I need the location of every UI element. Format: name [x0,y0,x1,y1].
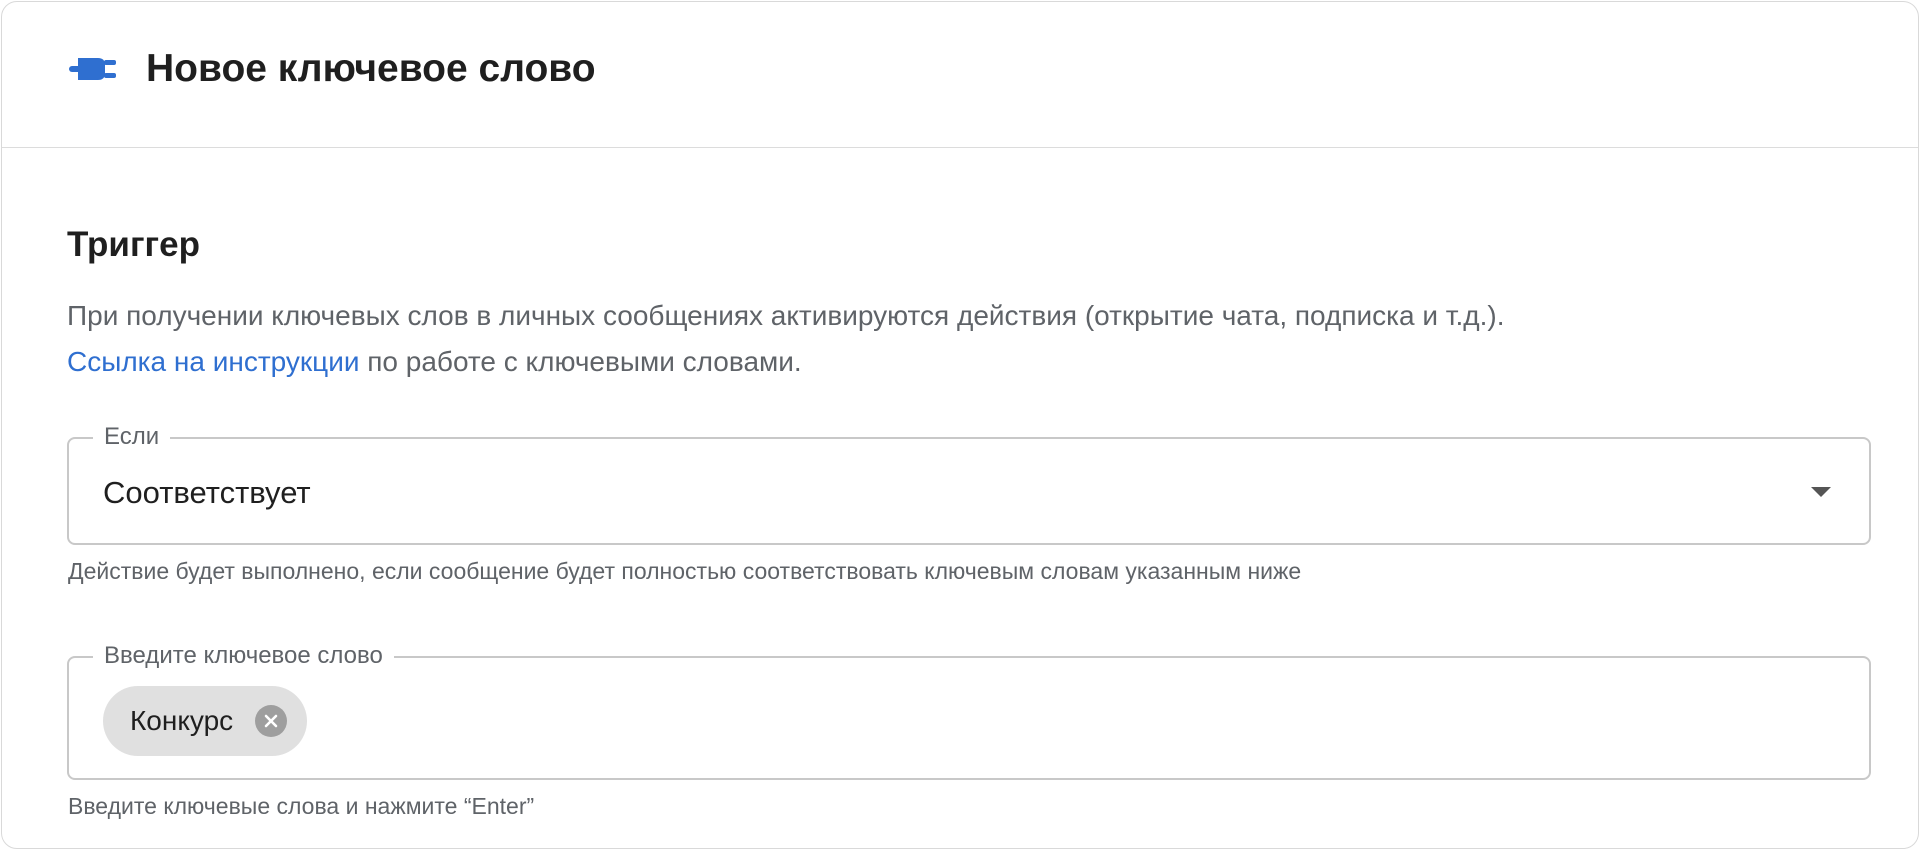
keywords-input-label: Введите ключевое слово [93,641,394,671]
dropdown-arrow-icon[interactable] [1811,487,1831,497]
page-title: Новое ключевое слово [146,47,596,90]
description-text: При получении ключевых слов в личных соо… [67,300,1505,331]
instructions-link[interactable]: Ссылка на инструкции [67,346,359,377]
remove-chip-icon[interactable] [255,705,288,737]
condition-select-label: Если [93,422,171,452]
section-title-trigger: Триггер [67,225,200,264]
keyword-chip-label: Конкурс [130,705,234,736]
plug-icon [68,54,118,84]
condition-select-value: Соответствует [103,475,311,510]
card-header: Новое ключевое слово [2,2,1918,148]
condition-select[interactable]: Если Соответствует [67,422,1871,545]
keywords-input[interactable]: Введите ключевое слово Конкурс [67,641,1871,780]
trigger-description: При получении ключевых слов в личных соо… [67,293,1867,385]
keywords-helper-text: Введите ключевые слова и нажмите “Enter” [68,793,535,819]
keyword-card: Новое ключевое слово Триггер При получен… [1,1,1919,849]
instructions-link-suffix: по работе с ключевыми словами. [359,346,802,377]
keyword-chip[interactable]: Конкурс [103,686,308,756]
condition-helper-text: Действие будет выполнено, если сообщение… [68,558,1302,584]
